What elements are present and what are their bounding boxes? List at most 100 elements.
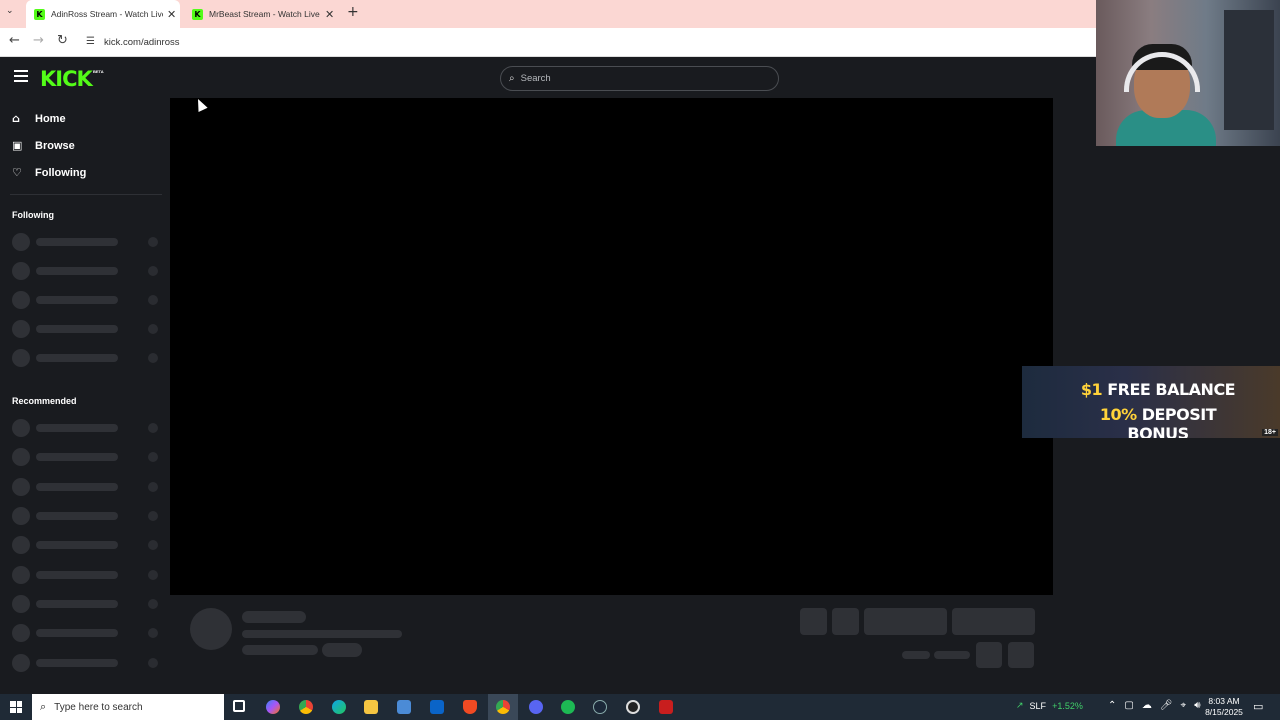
sidebar-item-label: Following (35, 166, 87, 179)
tab-mrbeast[interactable]: K MrBeast Stream - Watch Live o ✕ (184, 0, 340, 28)
onedrive-icon[interactable]: ☁ (1142, 700, 1152, 711)
spotify-icon[interactable] (561, 700, 575, 714)
stock-change: +1.52% (1052, 701, 1083, 711)
notification-center-icon[interactable]: ▭ (1253, 700, 1263, 713)
tray-overflow-icon[interactable]: ⌃ (1108, 700, 1116, 711)
chrome-active-icon[interactable] (496, 700, 510, 714)
uptime-skeleton (934, 651, 970, 659)
forward-icon[interactable]: → (33, 33, 44, 48)
sidebar-item-label: Browse (35, 139, 75, 152)
recommended-skeleton-row (12, 624, 160, 642)
search-icon: ⌕ (509, 73, 515, 84)
brave-icon[interactable] (463, 700, 477, 714)
discord-icon[interactable] (529, 700, 543, 714)
clock-date: 8/15/2025 (1205, 707, 1243, 717)
site-info-icon[interactable]: ☰ (86, 36, 95, 47)
sidebar: ⌂ Home ▣ Browse ♡ Following Following Re… (0, 98, 170, 694)
ad-line-2: 10% DEPOSIT BONUS (1099, 405, 1217, 438)
subscribe-button-skeleton (952, 608, 1035, 635)
search-icon: ⌕ (40, 700, 47, 713)
stock-symbol: SLF (1029, 701, 1047, 711)
recommended-skeleton-row (12, 595, 160, 613)
recommended-skeleton-row (12, 654, 160, 672)
following-section-title: Following (12, 210, 54, 220)
tab-search-dropdown-icon[interactable]: ⌄ (6, 6, 14, 16)
recommended-skeleton-row (12, 448, 160, 466)
home-icon: ⌂ (12, 112, 20, 125)
taskbar-search-input[interactable]: ⌕ Type here to search (32, 694, 224, 720)
sidebar-item-home[interactable]: ⌂ Home (12, 112, 66, 125)
action-button-skeleton (832, 608, 859, 635)
recommended-skeleton-row (12, 536, 160, 554)
stock-widget[interactable]: ↗ SLF +1.52% (1016, 701, 1083, 711)
tab-adinross[interactable]: K AdinRoss Stream - Watch Live o ✕ (26, 0, 180, 28)
recommended-skeleton-row (12, 566, 160, 584)
stream-category-skeleton (242, 645, 318, 655)
recommended-section-title: Recommended (12, 396, 77, 406)
app-icon[interactable] (659, 700, 673, 714)
following-skeleton-row (12, 291, 160, 309)
heart-icon: ♡ (12, 166, 22, 179)
obs-icon[interactable] (626, 700, 640, 714)
sidebar-item-label: Home (35, 112, 66, 125)
following-skeleton-row (12, 349, 160, 367)
channel-avatar-skeleton (190, 608, 232, 650)
site-header: KICK BETA ⌕ Search (0, 58, 1096, 98)
search-input[interactable]: ⌕ Search (500, 66, 779, 91)
kick-favicon-icon: K (192, 8, 203, 20)
address-bar: ← → ↻ ☰ kick.com/adinross (0, 28, 1096, 57)
action-button-skeleton (800, 608, 827, 635)
sidebar-divider (10, 194, 162, 195)
video-player[interactable] (170, 98, 1053, 595)
new-tab-button[interactable]: + (347, 4, 359, 20)
sidebar-item-following[interactable]: ♡ Following (12, 166, 86, 179)
following-skeleton-row (12, 320, 160, 338)
viewer-count-skeleton (902, 651, 930, 659)
tab-title: AdinRoss Stream - Watch Live o (51, 9, 163, 19)
recommended-skeleton-row (12, 507, 160, 525)
browser-tab-bar: ⌄ K AdinRoss Stream - Watch Live o ✕ K M… (0, 0, 1096, 28)
windows-taskbar: ⌕ Type here to search ↗ SLF +1.52% ⌃ ▢ ☁… (0, 694, 1280, 720)
system-tray: ⌃ ▢ ☁ 🎤︎ ⌖ 🔊︎ (1108, 700, 1201, 711)
tray-app-icon[interactable]: ▢ (1124, 700, 1133, 711)
store-icon[interactable] (397, 700, 411, 714)
recommended-skeleton-row (12, 419, 160, 437)
taskbar-clock[interactable]: 8:03 AM 8/15/2025 (1200, 696, 1248, 718)
task-view-icon[interactable] (233, 700, 245, 712)
taskbar-search-placeholder: Type here to search (54, 701, 143, 713)
edge-icon[interactable] (332, 700, 346, 714)
beta-badge: BETA (93, 69, 104, 74)
copilot-icon[interactable] (266, 700, 280, 714)
tab-title: MrBeast Stream - Watch Live o (209, 9, 321, 19)
network-icon[interactable]: ⌖ (1181, 700, 1187, 711)
reload-icon[interactable]: ↻ (57, 33, 68, 48)
stream-title-skeleton (242, 630, 402, 638)
file-explorer-icon[interactable] (364, 700, 378, 714)
url-field[interactable]: kick.com/adinross (104, 37, 180, 48)
kick-favicon-icon: K (34, 8, 45, 20)
ad-banner[interactable]: $1 FREE BALANCE 10% DEPOSIT BONUS 18+ (1022, 366, 1280, 438)
outlook-icon[interactable] (430, 700, 444, 714)
stock-trend-icon: ↗ (1016, 701, 1024, 711)
kick-logo[interactable]: KICK (40, 67, 93, 91)
hamburger-menu-icon[interactable] (14, 70, 28, 82)
clock-time: 8:03 AM (1208, 696, 1240, 706)
sidebar-item-browse[interactable]: ▣ Browse (12, 139, 75, 152)
microphone-icon[interactable]: 🎤︎ (1160, 700, 1173, 711)
recommended-skeleton-row (12, 478, 160, 496)
ad-line-1: $1 FREE BALANCE (1080, 380, 1236, 399)
following-skeleton-row (12, 233, 160, 251)
search-placeholder: Search (520, 73, 551, 84)
stream-tag-skeleton (322, 643, 362, 657)
back-icon[interactable]: ← (9, 33, 20, 48)
share-button-skeleton (976, 642, 1002, 668)
webcam-overlay (1096, 0, 1280, 146)
browse-icon: ▣ (12, 139, 23, 152)
more-button-skeleton (1008, 642, 1034, 668)
close-tab-icon[interactable]: ✕ (167, 8, 176, 21)
chrome-icon[interactable] (299, 700, 313, 714)
follow-button-skeleton (864, 608, 947, 635)
close-tab-icon[interactable]: ✕ (325, 8, 334, 21)
steam-icon[interactable] (593, 700, 607, 714)
windows-start-icon[interactable] (10, 701, 22, 713)
